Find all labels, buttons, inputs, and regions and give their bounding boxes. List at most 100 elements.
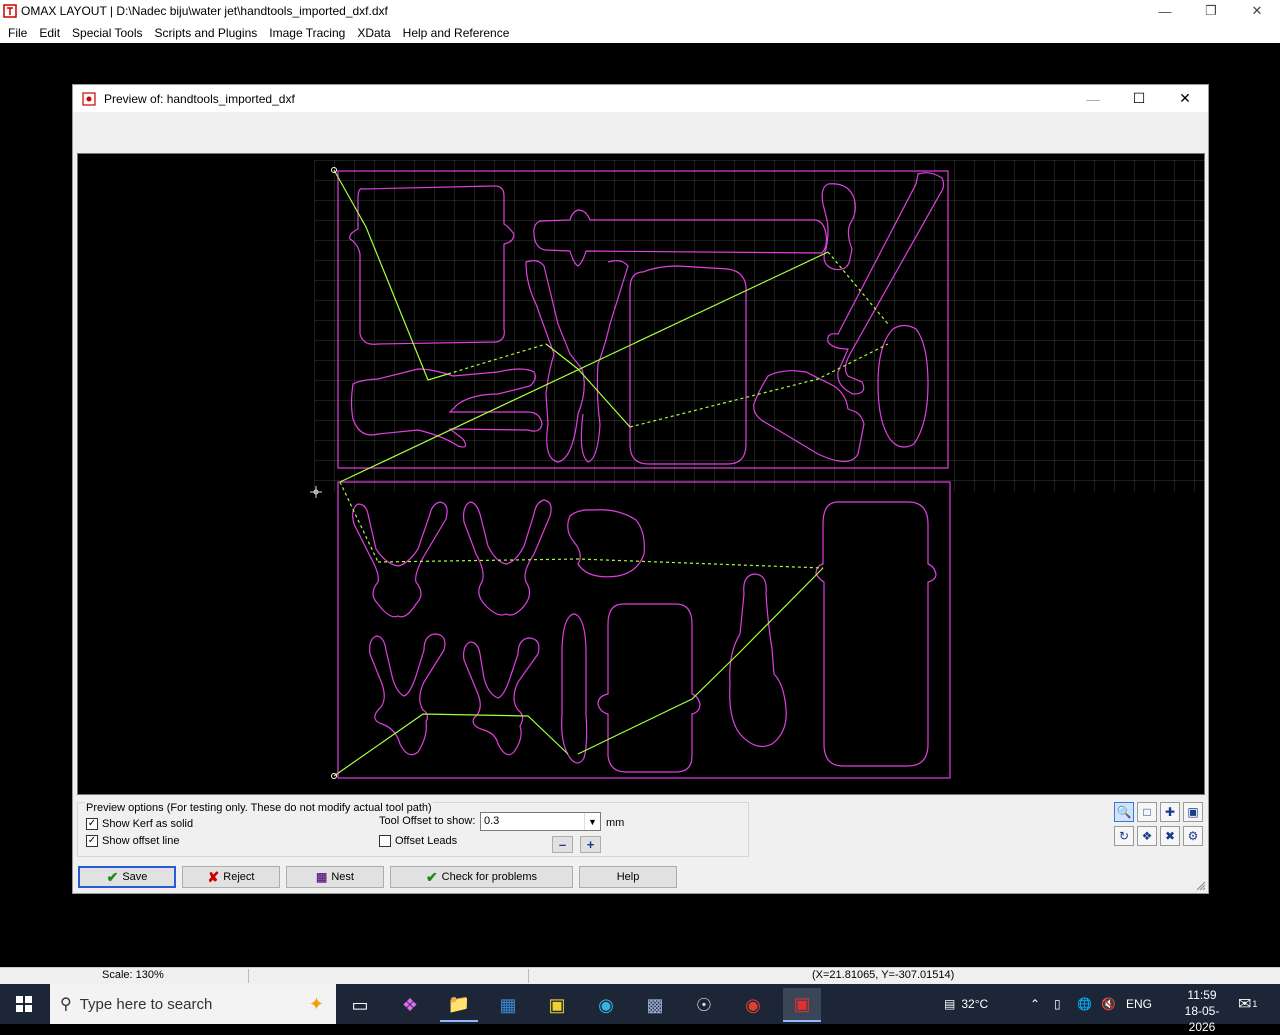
plus-icon: + [586, 837, 595, 852]
omax-taskbar-icon[interactable]: ▣ [783, 988, 821, 1022]
app-window-icon[interactable]: ▩ [636, 988, 674, 1022]
part-pliers-1 [352, 501, 448, 618]
help-label: Help [616, 871, 640, 883]
menu-image-tracing[interactable]: Image Tracing [263, 26, 351, 40]
file-explorer-icon[interactable]: 📁 [440, 988, 478, 1022]
coordinate-readout: (X=21.81065, Y=-307.01514) [812, 969, 955, 981]
app-titlebar: OMAX LAYOUT | D:\Nadec biju\water jet\ha… [0, 0, 1280, 22]
checkbox-checked-icon: ✓ [86, 818, 98, 830]
menu-file[interactable]: File [2, 26, 33, 40]
copilot-icon[interactable]: ❖ [391, 988, 429, 1022]
nest-icon: ▦ [316, 870, 328, 884]
zoom-extents-button[interactable]: ▣ [1183, 802, 1203, 822]
network-globe-icon[interactable]: 🌐 [1077, 984, 1092, 1024]
omax-app-icon [3, 4, 17, 18]
windows-icon [16, 996, 32, 1012]
dialog-maximize-icon[interactable]: ☐ [1116, 85, 1162, 112]
show-offset-checkbox[interactable]: ✓ Show offset line [86, 835, 179, 847]
dialog-title: Preview of: handtools_imported_dxf [104, 91, 295, 106]
toolpath-drawing [310, 160, 1204, 779]
scale-readout: Scale: 130% [102, 969, 164, 981]
menu-edit[interactable]: Edit [33, 26, 66, 40]
start-button[interactable] [0, 984, 48, 1024]
decrease-offset-button[interactable]: – [552, 836, 573, 853]
search-icon: ⚲ [60, 996, 72, 1013]
taskbar-search[interactable]: ⚲ Type here to search ✦ [50, 984, 336, 1024]
language-indicator[interactable]: ENG [1126, 984, 1152, 1024]
zoom-extents-icon: ▣ [1187, 805, 1199, 819]
part-blob [567, 509, 645, 578]
preview-icon [82, 91, 96, 106]
increase-offset-button[interactable]: + [580, 836, 601, 853]
minimize-icon[interactable]: — [1142, 0, 1188, 22]
weather-widget[interactable]: ▤ 32°C [944, 984, 988, 1024]
dialog-close-icon[interactable]: ✕ [1162, 85, 1208, 112]
minus-icon: – [558, 837, 567, 852]
chrome-browser-icon[interactable]: ◉ [734, 988, 772, 1022]
dialog-minimize-icon[interactable]: — [1070, 85, 1116, 112]
part-bottle [729, 573, 787, 747]
menu-special-tools[interactable]: Special Tools [66, 26, 149, 40]
pan-arrows-icon: ✚ [1164, 805, 1176, 819]
taskbar: ⚲ Type here to search ✦ ▭ ❖ 📁 ▦ ▣ ◉ ▩ ☉ … [0, 984, 1280, 1034]
chevron-down-icon[interactable]: ▼ [584, 813, 600, 830]
show-offset-label: Show offset line [102, 835, 180, 847]
leads-icon: ✖ [1164, 829, 1176, 843]
rotate-view-button[interactable]: ↻ [1114, 826, 1134, 846]
resize-grip-icon[interactable] [1196, 881, 1206, 891]
calculator-icon[interactable]: ▦ [489, 988, 527, 1022]
task-view-icon[interactable]: ▭ [341, 988, 379, 1022]
part-pliers-4 [463, 637, 540, 756]
checkbox-checked-icon: ✓ [86, 835, 98, 847]
offset-leads-checkbox[interactable]: Offset Leads [379, 835, 457, 847]
language-label: ENG [1126, 997, 1153, 1011]
check-label: Check for problems [441, 871, 538, 883]
settings-button[interactable]: ⚙ [1183, 826, 1203, 846]
menu-xdata[interactable]: XData [351, 26, 396, 40]
weather-icon: ▤ [944, 997, 956, 1011]
magnifier-icon: 🔍 [1116, 805, 1132, 819]
save-button[interactable]: ✔ Save [78, 866, 176, 888]
path-icon: ❖ [1141, 829, 1153, 843]
tool-offset-select[interactable]: 0.3 ▼ [480, 812, 601, 831]
show-path-button[interactable]: ❖ [1137, 826, 1157, 846]
nest-label: Nest [331, 871, 354, 883]
unit-label: mm [606, 817, 625, 829]
close-icon[interactable]: ✕ [1234, 0, 1280, 22]
show-kerf-checkbox[interactable]: ✓ Show Kerf as solid [86, 818, 193, 830]
nest-button[interactable]: ▦ Nest [286, 866, 384, 888]
menu-help-reference[interactable]: Help and Reference [397, 26, 516, 40]
device-icon[interactable]: ▯ [1054, 984, 1061, 1024]
edge-browser-icon[interactable]: ◉ [587, 988, 625, 1022]
help-button[interactable]: Help [579, 866, 677, 888]
part-pliers-2 [463, 499, 552, 616]
reject-button[interactable]: ✘ Reject [182, 866, 280, 888]
dialog-titlebar[interactable]: Preview of: handtools_imported_dxf — ☐ ✕ [73, 85, 1208, 112]
notifications-button[interactable]: ✉ 1 [1238, 984, 1257, 1024]
settings-icon: ⚙ [1187, 829, 1199, 843]
volume-muted-icon[interactable]: 🔇 [1101, 984, 1116, 1024]
part-pliers-3 [369, 633, 446, 756]
rotate-icon: ↻ [1118, 829, 1130, 843]
pan-button[interactable]: ✚ [1160, 802, 1180, 822]
preview-canvas[interactable] [77, 153, 1205, 795]
grid-area [314, 160, 1204, 492]
show-hidden-icons-icon[interactable]: ⌃ [1030, 984, 1040, 1024]
check-for-problems-button[interactable]: ✔ Check for problems [390, 866, 573, 888]
restore-icon[interactable]: ❐ [1188, 0, 1234, 22]
zoom-tool-button[interactable]: 🔍 [1114, 802, 1134, 822]
part-rounded-rect [597, 603, 701, 773]
show-kerf-label: Show Kerf as solid [102, 818, 194, 830]
checkbox-unchecked-icon [379, 835, 391, 847]
save-label: Save [122, 871, 148, 883]
zoom-window-button[interactable]: □ [1137, 802, 1157, 822]
settings-app-icon[interactable]: ☉ [685, 988, 723, 1022]
clock-time: 11:59 [1187, 988, 1217, 1002]
menu-scripts-plugins[interactable]: Scripts and Plugins [149, 26, 264, 40]
clock[interactable]: 11:59 18-05-2026 [1172, 987, 1232, 1035]
show-leads-button[interactable]: ✖ [1160, 826, 1180, 846]
sticky-notes-icon[interactable]: ▣ [538, 988, 576, 1022]
part-slim-handle [561, 613, 588, 764]
reject-label: Reject [223, 871, 255, 883]
checkmark-icon: ✔ [106, 868, 119, 885]
